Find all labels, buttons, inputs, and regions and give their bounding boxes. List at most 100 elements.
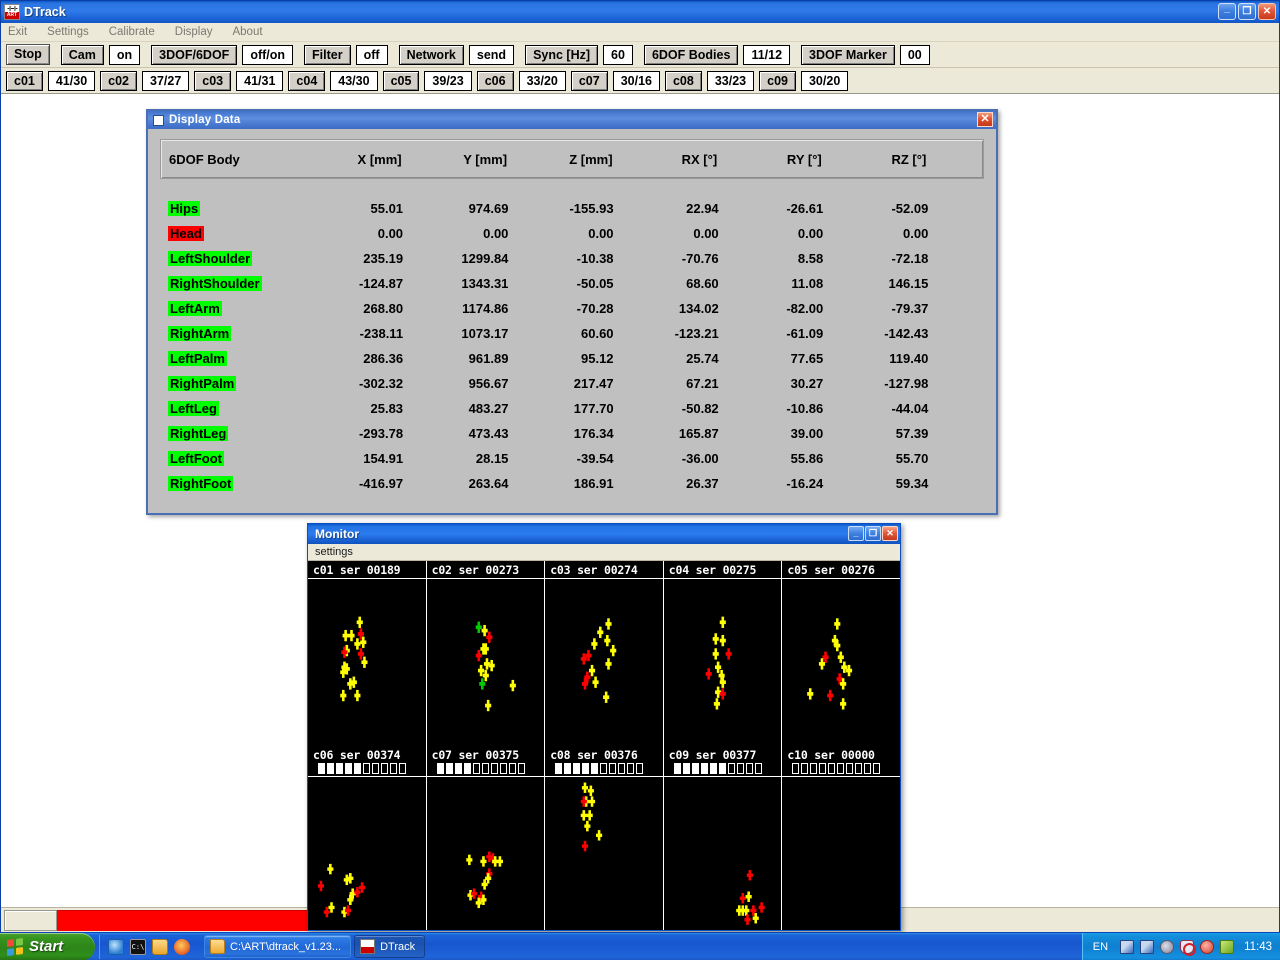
monitor-close-button[interactable]: ✕	[882, 526, 898, 541]
monitor-minimize-button[interactable]: _	[848, 526, 864, 541]
menu-item-settings[interactable]: Settings	[46, 25, 98, 40]
pad-cell	[936, 221, 984, 246]
cam-state-field[interactable]: on	[108, 44, 141, 65]
language-indicator[interactable]: EN	[1093, 941, 1108, 953]
sync-hz-button[interactable]: Sync [Hz]	[525, 44, 599, 65]
camera-panel-c07[interactable]: c07 ser 00375	[426, 745, 546, 930]
taskbar-button-1[interactable]: DTrack	[354, 935, 426, 958]
camera-view-c02[interactable]	[426, 579, 545, 746]
windows-update-icon[interactable]	[1200, 939, 1215, 954]
display-data-close-button[interactable]: ✕	[977, 112, 993, 127]
close-button[interactable]: ✕	[1258, 3, 1276, 20]
camera-value-c08[interactable]: 33/23	[706, 70, 755, 91]
3dof-marker-field[interactable]: 00	[899, 44, 930, 65]
taskbar-button-0[interactable]: C:\ART\dtrack_v1.23...	[204, 935, 352, 958]
value-cell-x: -238.11	[359, 326, 404, 341]
value-cell-ry: -10.86	[786, 401, 824, 416]
value-cell-ry: 0.00	[797, 226, 824, 241]
monitor-titlebar: Monitor _ ❐ ✕	[308, 524, 900, 544]
monitor-menu-settings[interactable]: settings	[315, 546, 353, 558]
camera-button-c05[interactable]: c05	[382, 70, 420, 91]
camera-panel-c04[interactable]: c04 ser 00275	[663, 561, 783, 746]
camera-button-c09[interactable]: c09	[759, 70, 796, 91]
camera-panel-c10[interactable]: c10 ser 00000	[782, 745, 900, 930]
6dof-bodies-button[interactable]: 6DOF Bodies	[643, 44, 739, 65]
value-cell-ry: -26.61	[786, 201, 824, 216]
camera-button-c03[interactable]: c03	[194, 70, 232, 91]
menu-item-about[interactable]: About	[231, 25, 271, 40]
camera-panel-c01[interactable]: c01 ser 00189	[308, 561, 427, 746]
camera-view-c05[interactable]	[782, 579, 900, 746]
start-button[interactable]: Start	[0, 932, 95, 960]
value-cell-rz: 0.00	[903, 226, 929, 241]
stop-button[interactable]: Stop	[6, 44, 50, 65]
window-icon	[153, 114, 164, 126]
maximize-button[interactable]: ❐	[1238, 3, 1256, 20]
camera-panel-c09[interactable]: c09 ser 00377	[663, 745, 783, 930]
menu-item-calibrate[interactable]: Calibrate	[108, 25, 164, 40]
camera-view-c07[interactable]	[426, 776, 545, 930]
sync-hz-field[interactable]: 60	[603, 44, 633, 65]
minimize-icon: _	[1224, 3, 1230, 14]
filter-state-field[interactable]: off	[355, 44, 388, 65]
camera-value-c09[interactable]: 30/20	[800, 70, 849, 91]
value-cell-z: -155.93	[569, 201, 614, 216]
camera-button-c06[interactable]: c06	[476, 70, 514, 91]
filter-button[interactable]: Filter	[304, 44, 351, 65]
network-icon[interactable]	[1120, 939, 1135, 954]
camera-panel-c03[interactable]: c03 ser 00274	[545, 561, 664, 746]
camera-view-c01[interactable]	[308, 579, 426, 746]
camera-value-c03[interactable]: 41/31	[236, 70, 284, 91]
pad-cell	[936, 296, 984, 321]
camera-view-c10[interactable]	[782, 776, 900, 930]
network-state-field[interactable]: send	[468, 44, 515, 65]
camera-value-c05[interactable]: 39/23	[424, 70, 472, 91]
dof-mode-button[interactable]: 3DOF/6DOF	[151, 44, 238, 65]
camera-panel-c02[interactable]: c02 ser 00273	[426, 561, 546, 746]
show-desktop-icon[interactable]	[152, 938, 168, 955]
network-button[interactable]: Network	[398, 44, 464, 65]
firefox-icon[interactable]	[174, 938, 190, 955]
camera-panel-c08[interactable]: c08 ser 00376	[545, 745, 664, 930]
value-cell-x: -293.78	[358, 426, 404, 441]
camera-button-c02[interactable]: c02	[100, 70, 137, 91]
volume-icon[interactable]	[1160, 939, 1175, 954]
camera-label-c08: c08 ser 00376	[550, 747, 638, 762]
6dof-bodies-field[interactable]: 11/12	[743, 44, 791, 65]
command-prompt-icon[interactable]: C:\	[130, 938, 146, 955]
camera-value-c04[interactable]: 43/30	[330, 70, 378, 91]
monitor-window-buttons: _ ❐ ✕	[848, 526, 898, 541]
clock[interactable]: 11:43	[1244, 941, 1272, 953]
ie-icon[interactable]	[108, 938, 124, 955]
camera-value-c06[interactable]: 33/20	[518, 70, 566, 91]
camera-value-c07[interactable]: 30/16	[612, 70, 660, 91]
value-cell-z: -50.05	[576, 276, 614, 291]
camera-view-c03[interactable]	[545, 579, 663, 746]
camera-panel-c05[interactable]: c05 ser 00276	[782, 561, 900, 746]
dof-mode-field[interactable]: off/on	[242, 44, 294, 65]
camera-value-c01[interactable]: 41/30	[47, 70, 96, 91]
camera-view-c06[interactable]	[308, 776, 426, 930]
display-data-titlebar: Display Data ✕	[148, 111, 996, 129]
camera-view-c08[interactable]	[545, 776, 663, 930]
nvidia-icon[interactable]	[1220, 939, 1235, 954]
menu-item-exit[interactable]: Exit	[7, 25, 36, 40]
camera-value-c02[interactable]: 37/27	[142, 70, 190, 91]
camera-button-c01[interactable]: c01	[6, 70, 43, 91]
cam-button[interactable]: Cam	[60, 44, 104, 65]
network-icon[interactable]	[1140, 939, 1155, 954]
camera-panel-c06[interactable]: c06 ser 00374	[308, 745, 427, 930]
3dof-marker-button[interactable]: 3DOF Marker	[801, 44, 895, 65]
camera-view-c09[interactable]	[663, 776, 782, 930]
camera-button-c04[interactable]: c04	[288, 70, 326, 91]
display-data-header-table: 6DOF Body X [mm] Y [mm] Z [mm] RX [°] RY [°] R…	[161, 152, 983, 167]
security-shield-icon[interactable]	[1180, 939, 1197, 956]
system-tray: EN 11:43	[1081, 932, 1280, 960]
signal-bar	[718, 762, 726, 774]
camera-view-c04[interactable]	[663, 579, 782, 746]
monitor-maximize-button[interactable]: ❐	[865, 526, 881, 541]
camera-button-c08[interactable]: c08	[664, 70, 702, 91]
camera-button-c07[interactable]: c07	[570, 70, 608, 91]
minimize-button[interactable]: _	[1218, 3, 1236, 20]
menu-item-display[interactable]: Display	[174, 25, 222, 40]
